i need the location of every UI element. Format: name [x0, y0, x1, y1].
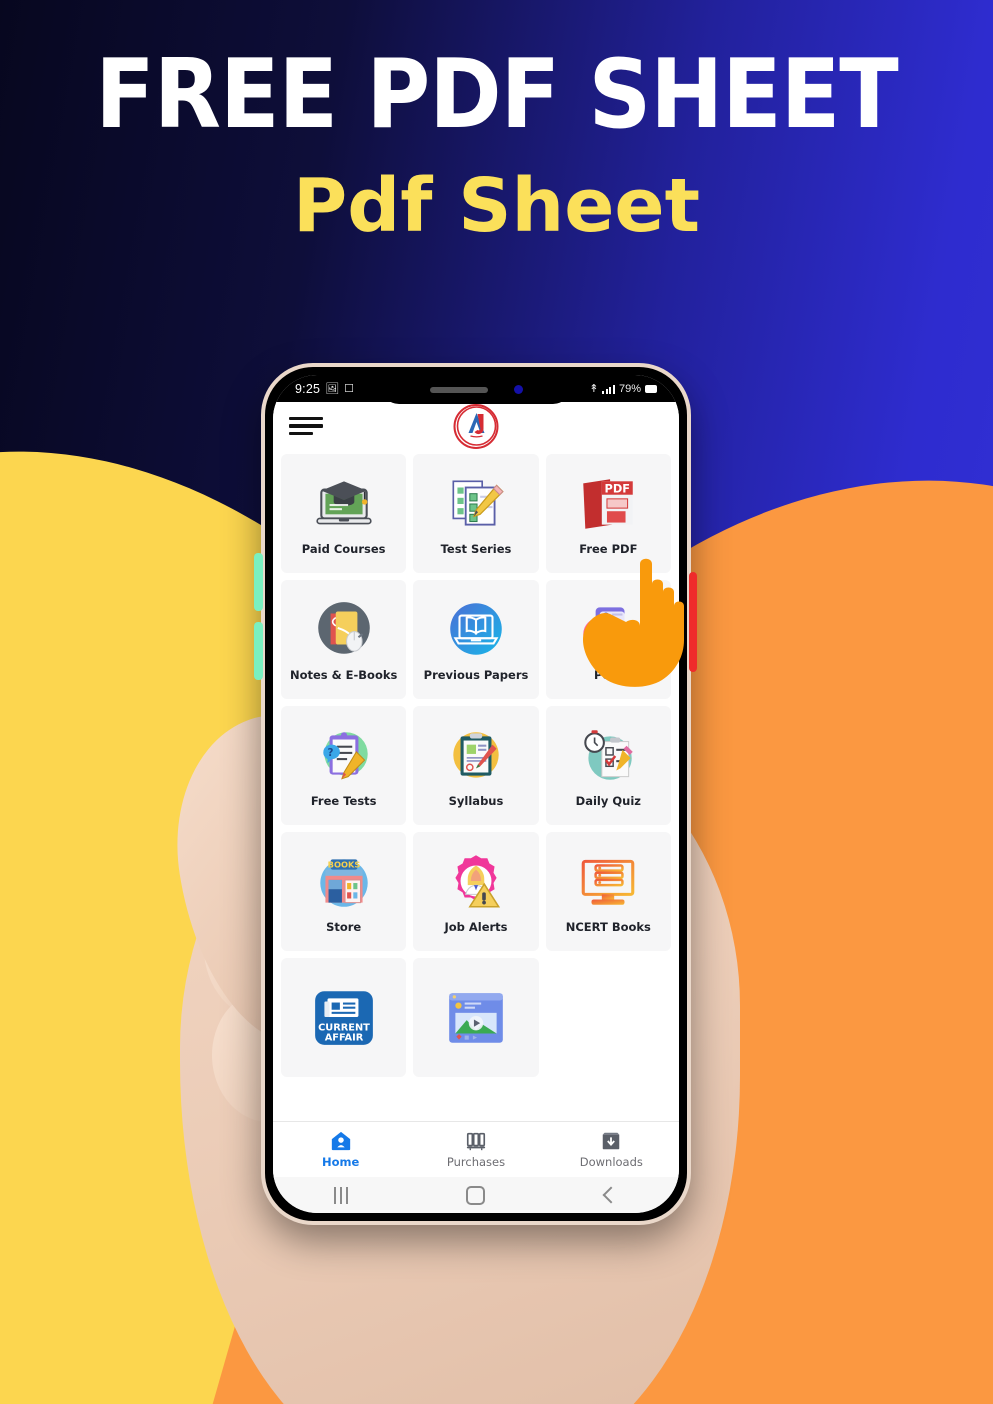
stopwatch-checklist-icon [584, 730, 634, 780]
nav-item-label: Downloads [579, 1155, 643, 1169]
power-button[interactable] [689, 572, 697, 672]
grid-tile-notes-ebooks[interactable]: Notes & E-Books [281, 580, 407, 699]
newspaper-icon: CURRENT AFFAIR [314, 990, 373, 1045]
system-navigation-bar [273, 1177, 679, 1213]
promo-headline: FREE PDF SHEET [95, 40, 898, 150]
grid-tile-label: Paid Courses [301, 542, 386, 557]
grid-tile-label: Test Series [440, 542, 512, 557]
image-icon: 🖼 [325, 383, 340, 395]
grid-tile-label: Previous Papers [423, 668, 529, 683]
battery-icon [645, 384, 657, 393]
app-header [273, 402, 679, 450]
grid-tile-label: Post [593, 668, 623, 683]
nav-item-label: Home [322, 1155, 360, 1169]
phone-device-frame: 9:25 🖼 ☐ ↟ 79% Paid Courses Test Series … [261, 363, 691, 1225]
clipboard-pen-icon [453, 732, 499, 778]
grid-tile-job-alerts[interactable]: Job Alerts [413, 832, 539, 951]
signal-bars-icon [602, 384, 615, 394]
grid-tile-daily-quiz[interactable]: Daily Quiz [545, 706, 671, 825]
grid-tile-media-post[interactable] [413, 958, 539, 1077]
promo-text-block: FREE PDF SHEET Pdf Sheet [0, 0, 993, 245]
laptop-open-book-icon [450, 603, 502, 655]
wifi-icon: ↟ [589, 383, 599, 395]
feature-grid: Paid Courses Test Series PDF Free PDF No… [281, 454, 671, 1077]
nav-item-home[interactable]: Home [273, 1130, 408, 1169]
recents-icon [333, 1186, 348, 1204]
status-bar-left: 9:25 🖼 ☐ [273, 382, 354, 396]
promo-subhead: Pdf Sheet [293, 162, 700, 249]
nav-item-downloads[interactable]: Downloads [544, 1130, 679, 1169]
screenshot-icon: ☐ [344, 383, 354, 395]
svg-text:AFFAIR: AFFAIR [324, 1032, 363, 1043]
grid-tile-previous-papers[interactable]: Previous Papers [413, 580, 539, 699]
grid-tile-store[interactable]: BOOKS Store [281, 832, 407, 951]
nav-item-label: Purchases [446, 1155, 506, 1169]
grid-tile-ncert-books[interactable]: NCERT Books [545, 832, 671, 951]
promo-screenshot: FREE PDF SHEET Pdf Sheet 9:25 🖼 ☐ ↟ 79% … [0, 0, 993, 1404]
grid-tile-label: Free PDF [579, 542, 638, 557]
grid-tile-label: Store [326, 920, 362, 935]
volume-up-button[interactable] [254, 553, 263, 611]
clipboard-question-pencil-icon: ? [322, 732, 368, 780]
status-bar: 9:25 🖼 ☐ ↟ 79% [273, 375, 679, 404]
grid-tile-free-tests[interactable]: ? Free Tests [281, 706, 407, 825]
grid-tile-post[interactable]: Post [545, 580, 671, 699]
phone-media-post-icon [583, 607, 625, 655]
svg-text:BOOKS: BOOKS [327, 860, 360, 870]
app-logo-icon[interactable] [453, 403, 499, 449]
grid-tile-current-affair[interactable]: CURRENT AFFAIR [281, 958, 407, 1077]
svg-text:PDF: PDF [605, 482, 630, 496]
pdf-document-icon: PDF [583, 479, 634, 529]
download-box-icon [603, 1132, 620, 1150]
grid-tile-label: Daily Quiz [575, 794, 641, 809]
status-time: 9:25 [295, 381, 321, 396]
checklist-pencil-icon [452, 480, 504, 526]
laptop-graduation-cap-icon [316, 481, 372, 525]
svg-text:?: ? [327, 747, 333, 759]
media-window-icon [449, 992, 503, 1043]
front-camera-icon [513, 385, 523, 394]
grid-tile-label: Free Tests [310, 794, 377, 809]
hamburger-icon[interactable] [289, 416, 323, 436]
bottom-navigation-bar: Home Purchases Downloads [273, 1121, 679, 1177]
display-notch [381, 375, 571, 404]
home-button[interactable] [408, 1185, 543, 1205]
monitor-books-icon [582, 860, 635, 905]
back-chevron-icon [602, 1186, 620, 1204]
earpiece-speaker-icon [429, 386, 488, 393]
person-gear-warning-icon [455, 855, 501, 908]
grid-tile-paid-courses[interactable]: Paid Courses [281, 454, 407, 573]
battery-percent-label: 79% [618, 382, 641, 395]
recents-button[interactable] [273, 1186, 408, 1204]
app-grid-scroll-area[interactable]: Paid Courses Test Series PDF Free PDF No… [273, 450, 679, 1121]
back-button[interactable] [544, 1186, 679, 1204]
nav-item-purchases[interactable]: Purchases [408, 1130, 543, 1169]
grid-tile-label: Notes & E-Books [289, 668, 398, 683]
home-icon [331, 1131, 350, 1151]
grid-tile-free-pdf[interactable]: PDF Free PDF [545, 454, 671, 573]
phone-screen: 9:25 🖼 ☐ ↟ 79% Paid Courses Test Series … [273, 375, 679, 1213]
book-store-icon: BOOKS [319, 859, 368, 907]
grid-tile-label: Syllabus [448, 794, 504, 809]
home-square-icon [466, 1185, 486, 1205]
purchases-icon [466, 1132, 486, 1151]
book-mouse-icon [317, 602, 370, 654]
grid-tile-test-series[interactable]: Test Series [413, 454, 539, 573]
volume-down-button[interactable] [254, 622, 263, 680]
grid-tile-label: NCERT Books [565, 920, 651, 935]
grid-tile-syllabus[interactable]: Syllabus [413, 706, 539, 825]
grid-tile-label: Job Alerts [444, 920, 508, 935]
status-bar-right: ↟ 79% [589, 382, 679, 395]
